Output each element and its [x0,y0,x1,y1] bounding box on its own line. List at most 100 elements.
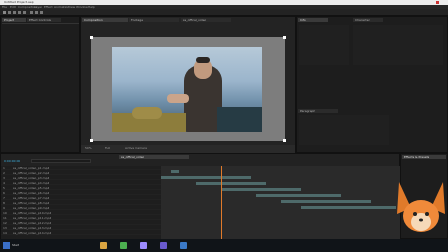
sea [217,107,262,132]
zoom-select[interactable]: 50% [85,147,92,150]
rotate-tool-icon[interactable] [18,11,21,14]
layer-name: ss_offical_video_p12.mp4 [13,221,52,225]
search-input[interactable] [31,159,91,163]
start-label: Start [12,244,20,247]
after-effects-icon[interactable] [140,242,147,249]
track-bar[interactable] [301,206,396,209]
handle-tr[interactable] [283,36,286,39]
track-bar[interactable] [221,188,301,191]
layer-number: 2 [3,171,5,175]
right-panel: Info Character Paragraph [296,16,448,153]
resolution-select[interactable]: Full [105,147,110,150]
layer-row[interactable]: 3 ss_offical_video_p3.mp4 [1,176,161,180]
layer-row[interactable]: 11 ss_offical_video_p11.mp4 [1,216,161,220]
tab-project[interactable]: Project [2,18,26,22]
hair [196,57,210,63]
layer-row[interactable]: 2 ss_offical_video_p2.mp4 [1,171,161,175]
layer-row[interactable]: 14 ss_offical_video_p14.mp4 [1,231,161,235]
premiere-icon[interactable] [160,242,167,249]
layer-number: 10 [3,211,7,215]
character-area [353,25,443,65]
tab-info[interactable]: Info [298,18,328,22]
layer-name: ss_offical_video_p4.mp4 [13,181,50,185]
camera-select[interactable]: Active Camera [125,147,147,150]
layer-row[interactable]: 6 ss_offical_video_p6.mp4 [1,191,161,195]
track-bar[interactable] [256,194,341,197]
tab-timeline[interactable]: ss_offical_video [119,155,189,159]
layer-name: ss_offical_video_p13.mp4 [13,226,52,230]
tab-paragraph[interactable]: Paragraph [298,109,338,113]
fox-mascot [393,172,448,240]
layer-number: 8 [3,201,5,205]
tab-composition[interactable]: Composition [82,18,128,22]
layer-name: ss_offical_video_p1.mp4 [13,166,50,170]
layer-name: ss_offical_video_p2.mp4 [13,171,50,175]
layer-number: 5 [3,186,5,190]
tools-toolbar [0,9,448,16]
divider [2,23,79,24]
explorer-icon[interactable] [100,242,107,249]
layer-row[interactable]: 7 ss_offical_video_p7.mp4 [1,196,161,200]
handle-bl[interactable] [90,139,93,142]
project-panel: Project Effect Controls [0,16,80,153]
hand-tool-icon[interactable] [8,11,11,14]
composition-canvas [90,36,286,142]
zoom-tool-icon[interactable] [13,11,16,14]
handle-br[interactable] [283,139,286,142]
tab-effect-controls[interactable]: Effect Controls [27,18,61,22]
layer-list: 1 ss_offical_video_p1.mp4 2 ss_offical_vide… [1,166,161,240]
tab-footage[interactable]: Footage [129,18,179,22]
taskbar: Start [0,239,448,252]
tab-effects[interactable]: Effects & Presets [402,155,446,159]
tab-composition-name[interactable]: ss_offical_video [181,18,231,22]
layer-name: ss_offical_video_p3.mp4 [13,176,50,180]
track-bar[interactable] [171,170,179,173]
track-bar[interactable] [196,182,266,185]
track-area [161,166,401,240]
track-bar[interactable] [161,176,251,179]
viewer-controls: 50% Full Active Camera [81,145,295,153]
close-icon[interactable] [436,1,439,4]
effects-panel: Effects & Presets [397,153,448,239]
handle-tl[interactable] [90,36,93,39]
video-frame[interactable] [112,47,262,132]
layer-row[interactable]: 9 ss_offical_video_p9.mp4 [1,206,161,210]
layer-row[interactable]: 5 ss_offical_video_p5.mp4 [1,186,161,190]
text-tool-icon[interactable] [35,11,38,14]
layer-row[interactable]: 4 ss_offical_video_p4.mp4 [1,181,161,185]
layer-name: ss_offical_video_p11.mp4 [13,216,52,220]
layer-row[interactable]: 13 ss_offical_video_p13.mp4 [1,226,161,230]
composition-viewer: Composition Footage ss_offical_video 50%… [80,16,296,153]
layer-number: 14 [3,231,7,235]
layer-row[interactable]: 12 ss_offical_video_p12.mp4 [1,221,161,225]
arm [167,94,189,103]
playhead[interactable] [221,166,222,240]
track-bar[interactable] [281,200,371,203]
layer-name: ss_offical_video_p14.mp4 [13,231,52,235]
photoshop-icon[interactable] [180,242,187,249]
camera-tool-icon[interactable] [23,11,26,14]
layer-number: 1 [3,166,5,170]
layer-row[interactable]: 10 ss_offical_video_p10.mp4 [1,211,161,215]
tab-character[interactable]: Character [353,18,383,22]
layer-row[interactable]: 8 ss_offical_video_p8.mp4 [1,201,161,205]
timeline-panel: ss_offical_video 0:00:00:00 1 ss_offical_… [0,153,401,240]
current-timecode[interactable]: 0:00:00:00 [4,160,20,163]
info-area [299,25,349,65]
brush-tool-icon[interactable] [40,11,43,14]
windows-start-icon[interactable] [3,242,10,249]
chrome-icon[interactable] [120,242,127,249]
layer-number: 9 [3,206,5,210]
pen-tool-icon[interactable] [30,11,33,14]
layer-number: 6 [3,191,5,195]
layer-row[interactable]: 1 ss_offical_video_p1.mp4 [1,166,161,170]
selection-tool-icon[interactable] [3,11,6,14]
layer-number: 13 [3,226,7,230]
layer-name: ss_offical_video_p5.mp4 [13,186,50,190]
layer-name: ss_offical_video_p7.mp4 [13,196,50,200]
layer-name: ss_offical_video_p8.mp4 [13,201,50,205]
layer-number: 7 [3,196,5,200]
paragraph-area [299,115,389,145]
window-title: Untitled Project.aep [4,1,34,4]
layer-name: ss_offical_video_p10.mp4 [13,211,52,215]
